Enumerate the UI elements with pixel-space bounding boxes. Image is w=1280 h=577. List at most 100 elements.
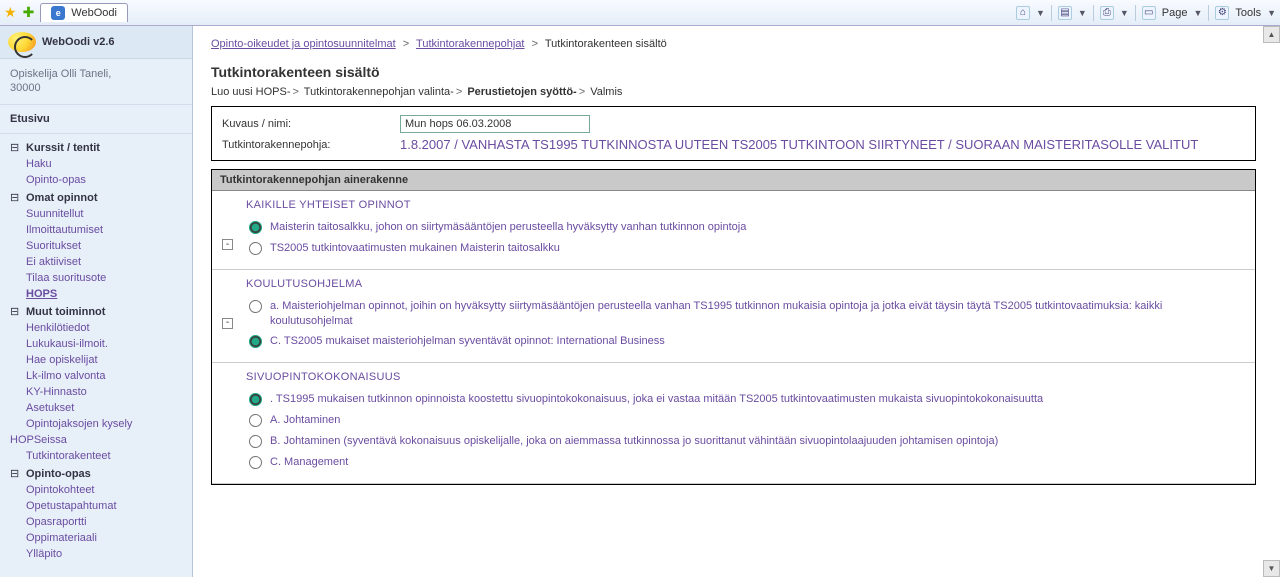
dropdown-icon[interactable]: ▼ bbox=[1267, 8, 1276, 18]
nav-item[interactable]: Lk-ilmo valvonta bbox=[0, 368, 192, 384]
tools-gear-icon[interactable]: ⚙ bbox=[1215, 6, 1229, 20]
nav-item-link[interactable]: Hae opiskelijat bbox=[26, 354, 98, 366]
home-icon[interactable]: ⌂ bbox=[1016, 6, 1030, 20]
option-label[interactable]: C. Management bbox=[270, 455, 348, 470]
option-radio[interactable] bbox=[249, 393, 262, 406]
pohja-label: Tutkintorakennepohja: bbox=[222, 139, 392, 151]
nav-item[interactable]: Ylläpito bbox=[0, 546, 192, 562]
nav-item-link[interactable]: Opasraportti bbox=[26, 516, 87, 528]
nav-item-link[interactable]: Opinto-opas bbox=[26, 174, 86, 186]
collapse-toggle[interactable]: - bbox=[222, 239, 233, 250]
breadcrumb-link-2[interactable]: Tutkintorakennepohjat bbox=[416, 38, 524, 50]
group-body: a. Maisteriohjelman opinnot, joihin on h… bbox=[249, 296, 1245, 353]
nav-item[interactable]: Hae opiskelijat bbox=[0, 352, 192, 368]
info-box: Kuvaus / nimi: Tutkintorakennepohja: 1.8… bbox=[211, 106, 1256, 161]
nav-item[interactable]: Opintojaksojen kysely bbox=[0, 416, 192, 432]
nav-item-link[interactable]: Suunnitellut bbox=[26, 208, 84, 220]
dropdown-icon[interactable]: ▼ bbox=[1036, 8, 1045, 18]
nav-section[interactable]: Kurssit / tentit bbox=[0, 138, 192, 156]
nav-item-link[interactable]: HOPSeissa bbox=[10, 434, 67, 446]
kuvaus-input[interactable] bbox=[400, 115, 590, 133]
nav-item-link[interactable]: Asetukset bbox=[26, 402, 74, 414]
nav-item[interactable]: Oppimateriaali bbox=[0, 530, 192, 546]
breadcrumb-separator: > bbox=[528, 38, 542, 50]
collapse-toggle[interactable]: - bbox=[222, 318, 233, 329]
nav-item[interactable]: Suunnitellut bbox=[0, 206, 192, 222]
app-logo-icon bbox=[8, 32, 36, 52]
nav-item-link[interactable]: Opetustapahtumat bbox=[26, 500, 117, 512]
nav-item[interactable]: Haku bbox=[0, 156, 192, 172]
nav-item[interactable]: Asetukset bbox=[0, 400, 192, 416]
nav-item-link[interactable]: Haku bbox=[26, 158, 52, 170]
nav-item[interactable]: KY-Hinnasto bbox=[0, 384, 192, 400]
nav-item-link[interactable]: Ilmoittautumiset bbox=[26, 224, 103, 236]
nav-item-link[interactable]: Suoritukset bbox=[26, 240, 81, 252]
nav-item[interactable]: HOPSeissa bbox=[0, 432, 192, 448]
nav-item[interactable]: Tilaa suoritusote bbox=[0, 270, 192, 286]
app-header: WebOodi v2.6 bbox=[0, 26, 192, 59]
option-label[interactable]: B. Johtaminen (syventävä kokonaisuus opi… bbox=[270, 434, 998, 449]
browser-tab[interactable]: e WebOodi bbox=[40, 3, 128, 22]
option-label[interactable]: A. Johtaminen bbox=[270, 413, 340, 428]
breadcrumb: Opinto-oikeudet ja opintosuunnitelmat > … bbox=[211, 38, 1256, 50]
nav-item-link[interactable]: Tutkintorakenteet bbox=[26, 450, 111, 462]
breadcrumb-link-1[interactable]: Opinto-oikeudet ja opintosuunnitelmat bbox=[211, 38, 396, 50]
option-radio[interactable] bbox=[249, 414, 262, 427]
nav-item-link[interactable]: Lk-ilmo valvonta bbox=[26, 370, 105, 382]
nav-item-link[interactable]: Ei aktiiviset bbox=[26, 256, 81, 268]
nav-item-link[interactable]: Lukukausi-ilmoit. bbox=[26, 338, 108, 350]
option-label[interactable]: C. TS2005 mukaiset maisteriohjelman syve… bbox=[270, 334, 665, 349]
option-radio[interactable] bbox=[249, 435, 262, 448]
nav-item-link[interactable]: Opintojaksojen kysely bbox=[26, 418, 132, 430]
nav-item-link[interactable]: Henkilötiedot bbox=[26, 322, 90, 334]
dropdown-icon[interactable]: ▼ bbox=[1078, 8, 1087, 18]
page-menu-label[interactable]: Page bbox=[1162, 7, 1188, 19]
scroll-down-button[interactable]: ▼ bbox=[1263, 560, 1280, 577]
option-radio[interactable] bbox=[249, 242, 262, 255]
group-title: SIVUOPINTOKOKONAISUUS bbox=[222, 371, 1245, 383]
nav-home[interactable]: Etusivu bbox=[0, 105, 192, 134]
option-label[interactable]: TS2005 tutkintovaatimusten mukainen Mais… bbox=[270, 241, 560, 256]
nav-item[interactable]: Suoritukset bbox=[0, 238, 192, 254]
user-name: Opiskelija Olli Taneli, bbox=[10, 67, 182, 81]
nav-item[interactable]: Opintokohteet bbox=[0, 482, 192, 498]
option-label[interactable]: . TS1995 mukaisen tutkinnon opinnoista k… bbox=[270, 392, 1043, 407]
nav-item[interactable]: Lukukausi-ilmoit. bbox=[0, 336, 192, 352]
option-radio[interactable] bbox=[249, 221, 262, 234]
print-icon[interactable]: ⎙ bbox=[1100, 6, 1114, 20]
option-label[interactable]: Maisterin taitosalkku, johon on siirtymä… bbox=[270, 220, 746, 235]
nav-item[interactable]: HOPS bbox=[0, 286, 192, 302]
nav-item-link[interactable]: HOPS bbox=[26, 288, 57, 300]
favorite-star-icon[interactable]: ★ bbox=[4, 4, 17, 21]
page-icon[interactable]: ▭ bbox=[1142, 6, 1156, 20]
nav-section-label: Muut toiminnot bbox=[26, 306, 105, 318]
nav-item[interactable]: Ilmoittautumiset bbox=[0, 222, 192, 238]
nav-item[interactable]: Opasraportti bbox=[0, 514, 192, 530]
nav-section[interactable]: Muut toiminnot bbox=[0, 302, 192, 320]
nav-item[interactable]: Ei aktiiviset bbox=[0, 254, 192, 270]
option-row: B. Johtaminen (syventävä kokonaisuus opi… bbox=[249, 431, 1245, 452]
option-radio[interactable] bbox=[249, 300, 262, 313]
scroll-up-button[interactable]: ▲ bbox=[1263, 26, 1280, 43]
nav-item-link[interactable]: Oppimateriaali bbox=[26, 532, 97, 544]
nav-item[interactable]: Opetustapahtumat bbox=[0, 498, 192, 514]
tools-menu-label[interactable]: Tools bbox=[1235, 7, 1261, 19]
nav-section[interactable]: Omat opinnot bbox=[0, 188, 192, 206]
option-radio[interactable] bbox=[249, 335, 262, 348]
nav-item-link[interactable]: Opintokohteet bbox=[26, 484, 95, 496]
nav-item[interactable]: Tutkintorakenteet bbox=[0, 448, 192, 464]
nav-item[interactable]: Opinto-opas bbox=[0, 172, 192, 188]
separator bbox=[1135, 5, 1136, 21]
nav-section[interactable]: Opinto-opas bbox=[0, 464, 192, 482]
nav-item-link[interactable]: Ylläpito bbox=[26, 548, 62, 560]
nav-item-link[interactable]: Tilaa suoritusote bbox=[26, 272, 106, 284]
add-favorite-icon[interactable]: ✚ bbox=[23, 4, 35, 21]
nav-item[interactable]: Henkilötiedot bbox=[0, 320, 192, 336]
nav-item-link[interactable]: KY-Hinnasto bbox=[26, 386, 87, 398]
nav: Kurssit / tentit Haku Opinto-opas Omat opin… bbox=[0, 134, 192, 574]
dropdown-icon[interactable]: ▼ bbox=[1120, 8, 1129, 18]
dropdown-icon[interactable]: ▼ bbox=[1193, 8, 1202, 18]
option-radio[interactable] bbox=[249, 456, 262, 469]
rss-icon[interactable]: ▤ bbox=[1058, 6, 1072, 20]
option-label[interactable]: a. Maisteriohjelman opinnot, joihin on h… bbox=[270, 299, 1245, 329]
